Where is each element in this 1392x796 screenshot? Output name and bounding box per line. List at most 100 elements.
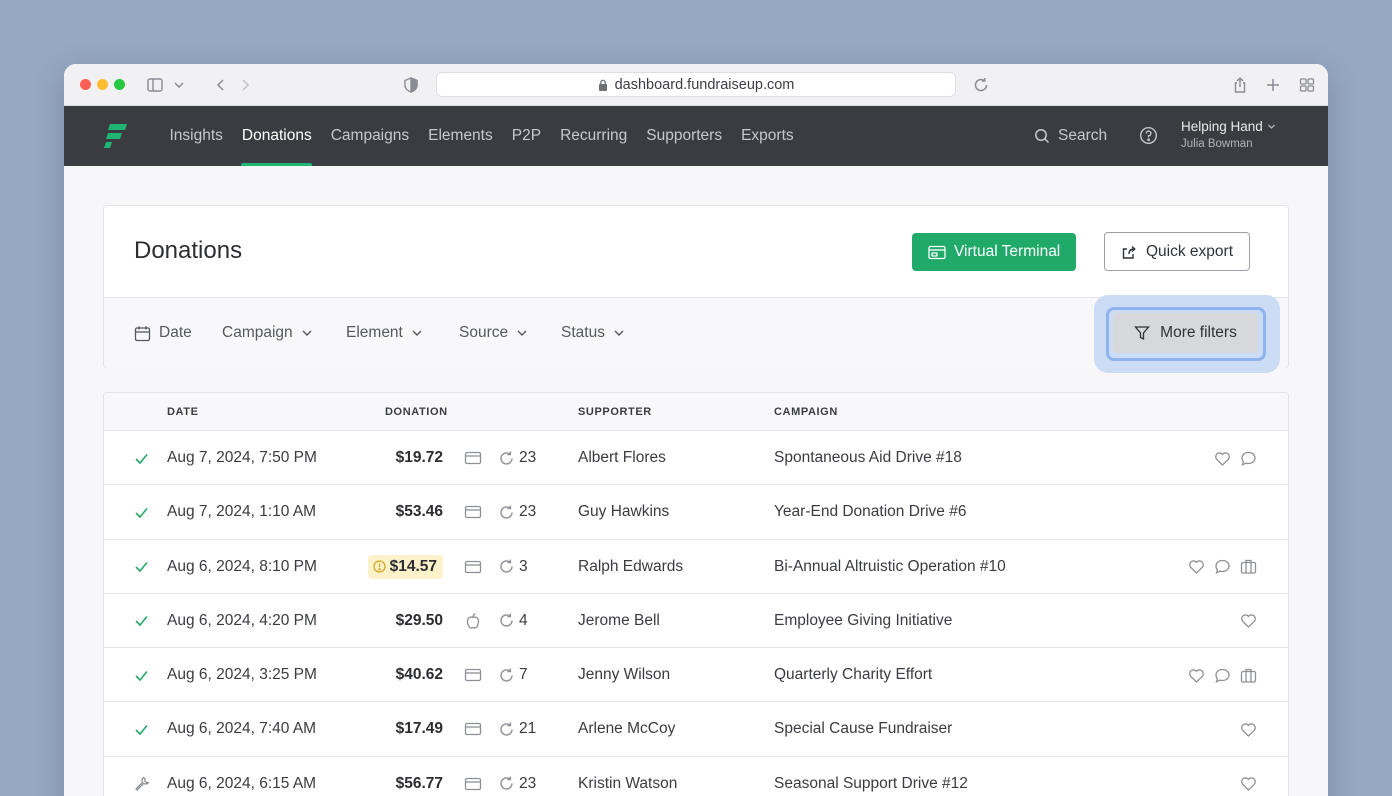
comment-icon[interactable] — [1214, 558, 1231, 575]
column-header-date[interactable]: DATE — [167, 406, 199, 418]
supporter-name[interactable]: Guy Hawkins — [578, 485, 669, 539]
more-filters-button[interactable]: More filters — [1113, 313, 1258, 353]
status-filter[interactable]: Status — [561, 298, 625, 368]
campaign-name[interactable]: Seasonal Support Drive #12 — [774, 757, 968, 796]
amount-warning-badge[interactable]: $14.57 — [367, 554, 443, 579]
maximize-window-button[interactable] — [114, 79, 125, 90]
more-filters-label: More filters — [1160, 324, 1237, 341]
close-window-button[interactable] — [80, 79, 91, 90]
reload-icon[interactable] — [972, 76, 990, 94]
supporter-name[interactable]: Ralph Edwards — [578, 540, 683, 594]
source-filter[interactable]: Source — [459, 298, 528, 368]
nav-link-exports[interactable]: Exports — [732, 106, 804, 166]
donation-date: Aug 6, 2024, 4:20 PM — [167, 611, 317, 629]
terminal-card-icon — [928, 245, 946, 259]
app-navigation: Insights Donations Campaigns Elements P2P Rec… — [64, 106, 1328, 166]
new-tab-icon[interactable] — [1264, 76, 1282, 94]
element-filter[interactable]: Element — [346, 298, 423, 368]
share-icon[interactable] — [1231, 76, 1249, 94]
campaign-name[interactable]: Special Cause Fundraiser — [774, 702, 952, 756]
heart-icon[interactable] — [1188, 667, 1205, 684]
nav-link-insights[interactable]: Insights — [160, 106, 232, 166]
table-row[interactable]: Aug 6, 2024, 8:10 PM $14.57 3 Ralph Edwards… — [104, 540, 1288, 594]
campaign-name[interactable]: Employee Giving Initiative — [774, 594, 952, 648]
fundraiseup-logo-icon[interactable] — [104, 123, 128, 149]
heart-icon[interactable] — [1240, 775, 1257, 792]
apple-icon — [464, 594, 482, 648]
heart-icon[interactable] — [1188, 558, 1205, 575]
campaign-filter[interactable]: Campaign — [222, 298, 313, 368]
donation-amount[interactable]: $40.62 — [396, 648, 443, 702]
campaign-name[interactable]: Year-End Donation Drive #6 — [774, 485, 966, 539]
supporter-name[interactable]: Arlene McCoy — [578, 702, 675, 756]
help-icon[interactable] — [1139, 126, 1158, 145]
column-header-campaign[interactable]: CAMPAIGN — [774, 406, 838, 418]
nav-link-supporters[interactable]: Supporters — [637, 106, 732, 166]
nav-link-donations[interactable]: Donations — [232, 106, 321, 166]
supporter-name[interactable]: Jerome Bell — [578, 594, 660, 648]
user-name: Julia Bowman — [1181, 138, 1253, 150]
comment-icon[interactable] — [1240, 450, 1257, 467]
recurring-icon — [498, 558, 515, 575]
donation-amount[interactable]: $19.72 — [396, 431, 443, 485]
account-switcher[interactable]: Helping Hand Julia Bowman — [1181, 119, 1276, 150]
chevron-down-icon[interactable] — [170, 76, 188, 94]
donation-amount[interactable]: $56.77 — [396, 757, 443, 796]
campaign-filter-label: Campaign — [222, 324, 293, 341]
donation-date: Aug 7, 2024, 1:10 AM — [167, 503, 317, 521]
check-icon — [134, 648, 150, 702]
heart-icon[interactable] — [1240, 721, 1257, 738]
donation-date: Aug 6, 2024, 8:10 PM — [167, 557, 317, 575]
table-row[interactable]: Aug 6, 2024, 3:25 PM $40.62 7 Jenny Wilson Q… — [104, 648, 1288, 703]
amount-value: $29.50 — [395, 611, 443, 629]
table-row[interactable]: Aug 6, 2024, 6:15 AM $56.77 23 Kristin Wats… — [104, 757, 1288, 796]
donation-amount[interactable]: $29.50 — [396, 594, 443, 648]
comment-icon[interactable] — [1214, 667, 1231, 684]
quick-export-label: Quick export — [1146, 242, 1234, 260]
column-header-supporter[interactable]: SUPPORTER — [578, 406, 652, 418]
heart-icon[interactable] — [1214, 450, 1231, 467]
forward-arrow-icon[interactable] — [236, 76, 254, 94]
supporter-name[interactable]: Kristin Watson — [578, 757, 677, 796]
recurring-count-value: 3 — [519, 557, 528, 575]
organization-name: Helping Hand — [1181, 119, 1263, 134]
table-row[interactable]: Aug 6, 2024, 7:40 AM $17.49 21 Arlene McCoy… — [104, 702, 1288, 757]
sidebar-toggle-icon[interactable] — [146, 76, 164, 94]
recurring-icon — [498, 612, 515, 629]
nav-link-elements[interactable]: Elements — [419, 106, 503, 166]
briefcase-icon[interactable] — [1240, 667, 1257, 684]
donation-amount[interactable]: $14.57 — [367, 540, 443, 594]
briefcase-icon[interactable] — [1240, 558, 1257, 575]
supporter-name[interactable]: Jenny Wilson — [578, 648, 670, 702]
shield-icon[interactable] — [402, 76, 420, 94]
campaign-name[interactable]: Bi-Annual Altruistic Operation #10 — [774, 540, 1006, 594]
nav-search-button[interactable]: Search — [1034, 106, 1107, 166]
back-arrow-icon[interactable] — [212, 76, 230, 94]
nav-link-campaigns[interactable]: Campaigns — [321, 106, 418, 166]
donations-table: DATE DONATION SUPPORTER CAMPAIGN Aug 7, … — [103, 392, 1289, 796]
campaign-name[interactable]: Spontaneous Aid Drive #18 — [774, 431, 962, 485]
check-icon — [134, 431, 150, 485]
table-row[interactable]: Aug 6, 2024, 4:20 PM $29.50 4 Jerome Bell Em… — [104, 594, 1288, 649]
quick-export-button[interactable]: Quick export — [1104, 232, 1251, 271]
table-row[interactable]: Aug 7, 2024, 1:10 AM $53.46 23 Guy Hawkins Y… — [104, 485, 1288, 540]
donation-amount[interactable]: $17.49 — [396, 702, 443, 756]
table-row[interactable]: Aug 7, 2024, 7:50 PM $19.72 23 Albert Flore… — [104, 431, 1288, 486]
address-bar[interactable]: dashboard.fundraiseup.com — [436, 72, 956, 97]
virtual-terminal-button[interactable]: Virtual Terminal — [912, 233, 1077, 271]
card-icon — [464, 648, 482, 702]
nav-link-recurring[interactable]: Recurring — [551, 106, 637, 166]
minimize-window-button[interactable] — [97, 79, 108, 90]
heart-icon[interactable] — [1240, 612, 1257, 629]
column-header-donation[interactable]: DONATION — [385, 406, 448, 418]
donation-amount[interactable]: $53.46 — [396, 485, 443, 539]
date-filter[interactable]: Date — [134, 298, 192, 368]
tab-overview-icon[interactable] — [1298, 76, 1316, 94]
campaign-name[interactable]: Quarterly Charity Effort — [774, 648, 932, 702]
recurring-icon — [498, 504, 515, 521]
supporter-name[interactable]: Albert Flores — [578, 431, 666, 485]
donation-flags — [1240, 757, 1257, 796]
nav-links: Insights Donations Campaigns Elements P2P Rec… — [160, 106, 803, 166]
amount-value: $56.77 — [395, 774, 443, 792]
nav-link-p2p[interactable]: P2P — [502, 106, 550, 166]
